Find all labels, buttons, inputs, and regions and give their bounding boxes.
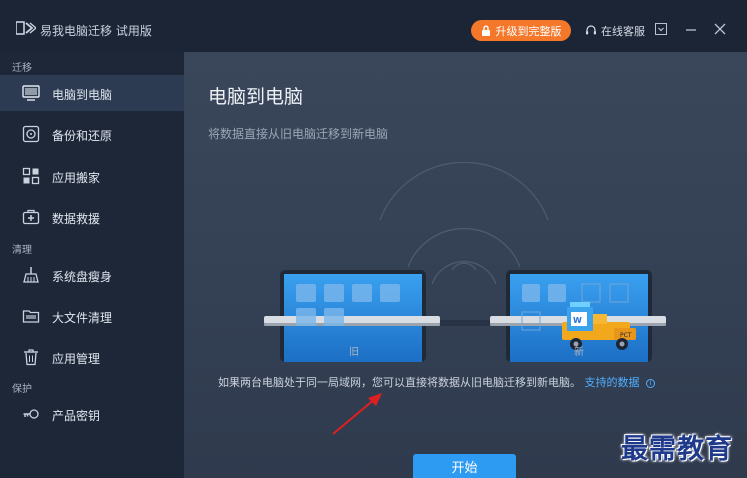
- new-pc-label: 新: [574, 347, 584, 358]
- sidebar: 迁移 电脑到电脑 备份和还原 应用搬家 数据救援 清理 系统盘瘦身 大文件清理 …: [0, 52, 184, 478]
- broom-icon: [23, 267, 39, 283]
- sidebar-item-pc-to-pc[interactable]: 电脑到电脑: [0, 75, 184, 111]
- page-subtitle: 将数据直接从旧电脑迁移到新电脑: [208, 127, 389, 141]
- watermark: 最需教育: [621, 434, 733, 465]
- sidebar-item-label: 大文件清理: [52, 311, 113, 325]
- close-icon[interactable]: [713, 22, 727, 36]
- upgrade-label: 升级到完整版: [495, 24, 562, 38]
- svg-text:W: W: [573, 316, 582, 325]
- trash-icon: [24, 349, 38, 366]
- sidebar-item-label: 应用搬家: [52, 171, 101, 185]
- section-label-clean: 清理: [12, 245, 32, 256]
- dropdown-menu-icon[interactable]: [654, 22, 668, 36]
- info-icon[interactable]: i: [646, 379, 655, 388]
- minimize-icon[interactable]: [684, 22, 698, 36]
- support-label: 在线客服: [601, 25, 645, 38]
- section-label-migrate: 迁移: [12, 63, 32, 74]
- headset-icon: [586, 25, 596, 35]
- wifi-signal-icon: [379, 162, 549, 285]
- sidebar-item-label: 系统盘瘦身: [52, 270, 113, 284]
- sidebar-item-app-migration[interactable]: 应用搬家: [0, 158, 184, 194]
- sidebar-item-label: 产品密钥: [52, 409, 101, 423]
- key-icon: [23, 409, 39, 419]
- backup-disk-icon: [22, 125, 40, 143]
- lan-info-text: 如果两台电脑处于同一局域网，您可以直接将数据从旧电脑迁移到新电脑。 支持的数据 …: [218, 374, 655, 390]
- page-title: 电脑到电脑: [208, 86, 304, 108]
- supported-data-link[interactable]: 支持的数据: [585, 376, 640, 389]
- sidebar-item-data-rescue[interactable]: 数据救援: [0, 199, 184, 235]
- lock-icon: [481, 25, 490, 36]
- start-button[interactable]: 开始: [413, 454, 516, 478]
- sidebar-item-label: 数据救援: [52, 212, 101, 226]
- sidebar-item-label: 电脑到电脑: [52, 88, 113, 102]
- annotation-arrow-icon: [332, 393, 382, 435]
- sidebar-item-large-file-cleanup[interactable]: 大文件清理: [0, 298, 184, 334]
- sidebar-item-backup-restore[interactable]: 备份和还原: [0, 116, 184, 152]
- app-logo-icon: [16, 21, 36, 35]
- online-support-button[interactable]: 在线客服: [585, 23, 645, 39]
- sidebar-item-label: 应用管理: [52, 352, 101, 366]
- sidebar-item-system-slim[interactable]: 系统盘瘦身: [0, 257, 184, 293]
- info-text: 如果两台电脑处于同一局域网，您可以直接将数据从旧电脑迁移到新电脑。: [218, 376, 581, 389]
- folder-icon: [22, 310, 40, 323]
- svg-text:PCT: PCT: [620, 332, 632, 339]
- sidebar-item-product-key[interactable]: 产品密钥: [0, 396, 184, 432]
- pc-transfer-illustration: W PCT: [264, 162, 666, 362]
- monitor-icon: [22, 85, 40, 101]
- medical-box-icon: [22, 209, 40, 225]
- app-title: 易我电脑迁移 试用版: [40, 24, 152, 38]
- section-label-protect: 保护: [12, 384, 32, 395]
- old-pc-label: 旧: [349, 347, 359, 358]
- sidebar-item-app-management[interactable]: 应用管理: [0, 339, 184, 375]
- main-panel: 电脑到电脑 将数据直接从旧电脑迁移到新电脑 W PCT 旧 新 如果两台电脑处于…: [184, 52, 747, 478]
- apps-grid-icon: [22, 167, 40, 185]
- upgrade-button[interactable]: 升级到完整版: [471, 20, 571, 41]
- sidebar-item-label: 备份和还原: [52, 129, 113, 143]
- title-bar: 易我电脑迁移 试用版 升级到完整版 在线客服: [0, 0, 747, 52]
